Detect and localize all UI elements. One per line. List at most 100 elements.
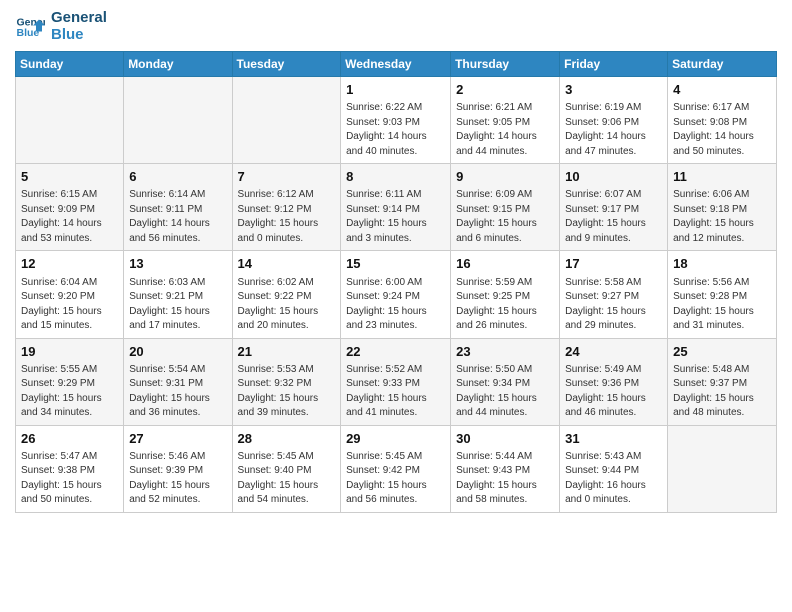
- day-number: 16: [456, 255, 554, 273]
- day-number: 25: [673, 343, 771, 361]
- day-number: 29: [346, 430, 445, 448]
- day-number: 30: [456, 430, 554, 448]
- day-info: Sunrise: 5:52 AM Sunset: 9:33 PM Dayligh…: [346, 363, 445, 421]
- day-number: 8: [346, 168, 445, 186]
- day-info: Sunrise: 5:53 AM Sunset: 9:32 PM Dayligh…: [238, 363, 336, 421]
- day-info: Sunrise: 6:14 AM Sunset: 9:11 PM Dayligh…: [129, 188, 226, 246]
- day-number: 7: [238, 168, 336, 186]
- day-info: Sunrise: 5:59 AM Sunset: 9:25 PM Dayligh…: [456, 276, 554, 334]
- calendar-cell: 4 Sunrise: 6:17 AM Sunset: 9:08 PM Daylig…: [668, 77, 777, 164]
- day-info: Sunrise: 6:06 AM Sunset: 9:18 PM Dayligh…: [673, 188, 771, 246]
- day-number: 27: [129, 430, 226, 448]
- weekday-header-friday: Friday: [560, 52, 668, 77]
- calendar-cell: 17 Sunrise: 5:58 AM Sunset: 9:27 PM Dayli…: [560, 251, 668, 338]
- day-number: 20: [129, 343, 226, 361]
- weekday-header-tuesday: Tuesday: [232, 52, 341, 77]
- day-number: 18: [673, 255, 771, 273]
- day-number: 4: [673, 81, 771, 99]
- day-info: Sunrise: 6:12 AM Sunset: 9:12 PM Dayligh…: [238, 188, 336, 246]
- day-number: 23: [456, 343, 554, 361]
- logo-blue: Blue: [51, 27, 107, 44]
- day-info: Sunrise: 6:07 AM Sunset: 9:17 PM Dayligh…: [565, 188, 662, 246]
- calendar-cell: 13Sunrise: 6:03 AM Sunset: 9:21 PM Dayli…: [124, 251, 232, 338]
- day-info: Sunrise: 6:21 AM Sunset: 9:05 PM Dayligh…: [456, 101, 554, 159]
- day-info: Sunrise: 5:50 AM Sunset: 9:34 PM Dayligh…: [456, 363, 554, 421]
- day-info: Sunrise: 5:58 AM Sunset: 9:27 PM Dayligh…: [565, 276, 662, 334]
- day-info: Sunrise: 5:47 AM Sunset: 9:38 PM Dayligh…: [21, 450, 118, 508]
- calendar-week-row: 12Sunrise: 6:04 AM Sunset: 9:20 PM Dayli…: [16, 251, 777, 338]
- calendar-week-row: 1Sunrise: 6:22 AM Sunset: 9:03 PM Daylig…: [16, 77, 777, 164]
- calendar-cell: 5 Sunrise: 6:15 AM Sunset: 9:09 PM Daylig…: [16, 164, 124, 251]
- calendar-cell: [124, 77, 232, 164]
- calendar-cell: 2Sunrise: 6:21 AM Sunset: 9:05 PM Daylig…: [451, 77, 560, 164]
- day-number: 5: [21, 168, 118, 186]
- logo-icon: General Blue: [15, 12, 45, 42]
- calendar-cell: 8Sunrise: 6:11 AM Sunset: 9:14 PM Daylig…: [341, 164, 451, 251]
- calendar-cell: [232, 77, 341, 164]
- day-number: 31: [565, 430, 662, 448]
- calendar-cell: 24Sunrise: 5:49 AM Sunset: 9:36 PM Dayli…: [560, 338, 668, 425]
- calendar-cell: 25 Sunrise: 5:48 AM Sunset: 9:37 PM Dayli…: [668, 338, 777, 425]
- day-number: 21: [238, 343, 336, 361]
- day-number: 28: [238, 430, 336, 448]
- weekday-header-sunday: Sunday: [16, 52, 124, 77]
- day-number: 13: [129, 255, 226, 273]
- day-info: Sunrise: 6:04 AM Sunset: 9:20 PM Dayligh…: [21, 276, 118, 334]
- day-info: Sunrise: 5:46 AM Sunset: 9:39 PM Dayligh…: [129, 450, 226, 508]
- calendar-header-row: SundayMondayTuesdayWednesdayThursdayFrid…: [16, 52, 777, 77]
- day-info: Sunrise: 6:00 AM Sunset: 9:24 PM Dayligh…: [346, 276, 445, 334]
- calendar-cell: 10 Sunrise: 6:07 AM Sunset: 9:17 PM Dayli…: [560, 164, 668, 251]
- day-info: Sunrise: 5:54 AM Sunset: 9:31 PM Dayligh…: [129, 363, 226, 421]
- calendar-cell: 6 Sunrise: 6:14 AM Sunset: 9:11 PM Daylig…: [124, 164, 232, 251]
- day-number: 17: [565, 255, 662, 273]
- calendar-cell: 3Sunrise: 6:19 AM Sunset: 9:06 PM Daylig…: [560, 77, 668, 164]
- calendar-cell: 21 Sunrise: 5:53 AM Sunset: 9:32 PM Dayli…: [232, 338, 341, 425]
- main-container: General Blue General Blue SundayMondayTu…: [0, 0, 792, 523]
- calendar-cell: 12Sunrise: 6:04 AM Sunset: 9:20 PM Dayli…: [16, 251, 124, 338]
- calendar-cell: 31Sunrise: 5:43 AM Sunset: 9:44 PM Dayli…: [560, 425, 668, 512]
- weekday-header-saturday: Saturday: [668, 52, 777, 77]
- day-info: Sunrise: 5:45 AM Sunset: 9:40 PM Dayligh…: [238, 450, 336, 508]
- weekday-header-wednesday: Wednesday: [341, 52, 451, 77]
- day-info: Sunrise: 5:56 AM Sunset: 9:28 PM Dayligh…: [673, 276, 771, 334]
- calendar-cell: [16, 77, 124, 164]
- calendar-cell: 20 Sunrise: 5:54 AM Sunset: 9:31 PM Dayli…: [124, 338, 232, 425]
- day-number: 9: [456, 168, 554, 186]
- calendar-week-row: 19 Sunrise: 5:55 AM Sunset: 9:29 PM Dayli…: [16, 338, 777, 425]
- calendar-cell: 14 Sunrise: 6:02 AM Sunset: 9:22 PM Dayli…: [232, 251, 341, 338]
- day-info: Sunrise: 5:48 AM Sunset: 9:37 PM Dayligh…: [673, 363, 771, 421]
- calendar-cell: 15 Sunrise: 6:00 AM Sunset: 9:24 PM Dayli…: [341, 251, 451, 338]
- calendar-cell: 11 Sunrise: 6:06 AM Sunset: 9:18 PM Dayli…: [668, 164, 777, 251]
- day-info: Sunrise: 5:49 AM Sunset: 9:36 PM Dayligh…: [565, 363, 662, 421]
- logo: General Blue General Blue: [15, 10, 107, 43]
- day-number: 10: [565, 168, 662, 186]
- calendar-cell: 18 Sunrise: 5:56 AM Sunset: 9:28 PM Dayli…: [668, 251, 777, 338]
- day-info: Sunrise: 6:17 AM Sunset: 9:08 PM Dayligh…: [673, 101, 771, 159]
- calendar-cell: 1Sunrise: 6:22 AM Sunset: 9:03 PM Daylig…: [341, 77, 451, 164]
- calendar-cell: 30 Sunrise: 5:44 AM Sunset: 9:43 PM Dayli…: [451, 425, 560, 512]
- calendar-cell: 9 Sunrise: 6:09 AM Sunset: 9:15 PM Daylig…: [451, 164, 560, 251]
- day-number: 15: [346, 255, 445, 273]
- day-info: Sunrise: 5:55 AM Sunset: 9:29 PM Dayligh…: [21, 363, 118, 421]
- svg-text:Blue: Blue: [17, 27, 40, 39]
- calendar-cell: 22 Sunrise: 5:52 AM Sunset: 9:33 PM Dayli…: [341, 338, 451, 425]
- day-info: Sunrise: 6:09 AM Sunset: 9:15 PM Dayligh…: [456, 188, 554, 246]
- day-info: Sunrise: 6:15 AM Sunset: 9:09 PM Dayligh…: [21, 188, 118, 246]
- day-info: Sunrise: 5:45 AM Sunset: 9:42 PM Dayligh…: [346, 450, 445, 508]
- day-number: 6: [129, 168, 226, 186]
- day-info: Sunrise: 6:02 AM Sunset: 9:22 PM Dayligh…: [238, 276, 336, 334]
- day-number: 22: [346, 343, 445, 361]
- calendar-cell: 16 Sunrise: 5:59 AM Sunset: 9:25 PM Dayli…: [451, 251, 560, 338]
- calendar-table: SundayMondayTuesdayWednesdayThursdayFrid…: [15, 51, 777, 513]
- logo-general: General: [51, 10, 107, 27]
- header: General Blue General Blue: [15, 10, 777, 43]
- calendar-cell: 27 Sunrise: 5:46 AM Sunset: 9:39 PM Dayli…: [124, 425, 232, 512]
- day-info: Sunrise: 5:44 AM Sunset: 9:43 PM Dayligh…: [456, 450, 554, 508]
- day-number: 19: [21, 343, 118, 361]
- calendar-cell: 28 Sunrise: 5:45 AM Sunset: 9:40 PM Dayli…: [232, 425, 341, 512]
- day-number: 11: [673, 168, 771, 186]
- day-number: 1: [346, 81, 445, 99]
- calendar-cell: 26Sunrise: 5:47 AM Sunset: 9:38 PM Dayli…: [16, 425, 124, 512]
- day-number: 14: [238, 255, 336, 273]
- weekday-header-thursday: Thursday: [451, 52, 560, 77]
